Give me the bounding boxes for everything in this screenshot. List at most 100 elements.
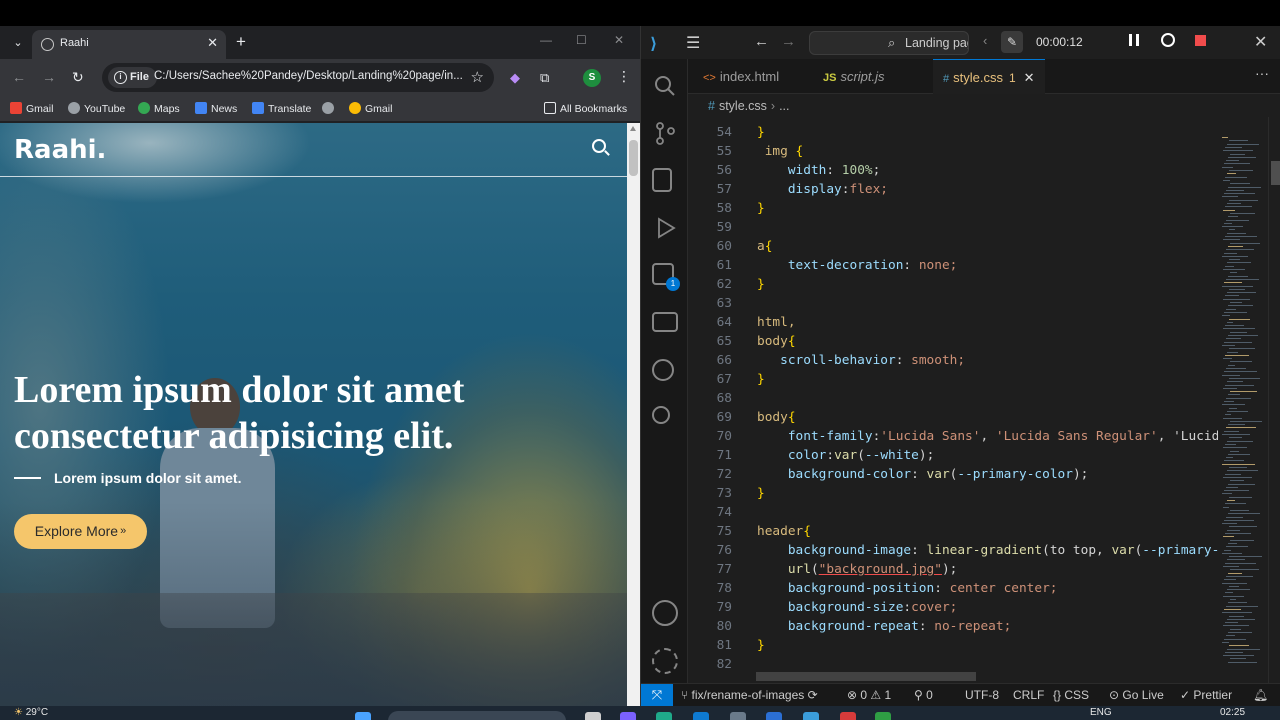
code-line[interactable]: 75 header{ <box>688 522 1218 541</box>
code-line[interactable]: 78 background-position: center center; <box>688 579 1218 598</box>
source-control-icon[interactable] <box>652 120 678 146</box>
code-line[interactable]: 65 body{ <box>688 332 1218 351</box>
ports-indicator[interactable]: ⚲ 0 <box>914 688 933 702</box>
code-line[interactable]: 74 <box>688 503 1218 522</box>
extensions-puzzle-icon[interactable]: ⧉ <box>540 70 549 86</box>
tab-index-html[interactable]: <> index.html <box>693 59 789 94</box>
python-icon[interactable] <box>652 359 674 381</box>
code-line[interactable]: 57 display:flex; <box>688 180 1218 199</box>
url-text[interactable]: C:/Users/Sachee%20Pandey/Desktop/Landing… <box>154 70 464 82</box>
browser-tab-active[interactable]: Raahi ✕ <box>32 30 226 59</box>
task-view-icon[interactable] <box>585 712 601 720</box>
problems-indicator[interactable]: ⊗ 0 ⚠ 1 <box>847 688 891 702</box>
chevron-left-icon[interactable]: ‹ <box>983 33 987 48</box>
code-line[interactable]: 60 a{ <box>688 237 1218 256</box>
code-line[interactable]: 54} <box>688 123 1218 142</box>
scrollbar-thumb[interactable] <box>629 140 638 176</box>
tab-script-js[interactable]: JS script.js <box>813 59 895 94</box>
testing-icon[interactable] <box>652 406 670 424</box>
go-live-button[interactable]: ⊙ Go Live <box>1109 688 1164 702</box>
explorer-icon[interactable] <box>652 168 672 192</box>
bookmark-gmail[interactable]: Gmail <box>10 102 53 115</box>
reload-icon[interactable]: ↻ <box>72 69 84 86</box>
command-center-search[interactable]: ⌕ Landing pag <box>809 31 969 55</box>
back-icon[interactable]: ← <box>754 33 769 50</box>
code-line[interactable]: 66 scroll-behavior: smooth; <box>688 351 1218 370</box>
code-line[interactable]: 58} <box>688 199 1218 218</box>
explore-more-button[interactable]: Explore More» <box>14 514 147 549</box>
branch-indicator[interactable]: ⑂ fix/rename-of-images ⟳ <box>681 688 818 702</box>
app-icon[interactable] <box>840 712 856 720</box>
minimize-icon[interactable]: — <box>540 33 552 47</box>
close-tab-icon[interactable]: ✕ <box>207 35 218 51</box>
bookmark-maps[interactable]: Maps <box>138 102 180 115</box>
stop-icon[interactable] <box>1195 35 1206 46</box>
code-line[interactable]: 59 <box>688 218 1218 237</box>
encoding-indicator[interactable]: UTF-8 <box>965 688 999 702</box>
chrome-taskbar-icon[interactable] <box>875 712 891 720</box>
minimap[interactable] <box>1218 117 1270 683</box>
code-line[interactable]: 55 img { <box>688 142 1218 161</box>
browser-menu-icon[interactable]: ⋮ <box>617 68 631 85</box>
bookmark-gmail-2[interactable]: Gmail <box>349 102 392 115</box>
code-line[interactable]: 64 html, <box>688 313 1218 332</box>
maximize-icon[interactable]: ☐ <box>576 33 587 47</box>
pause-icon[interactable] <box>1129 34 1139 46</box>
back-icon[interactable]: ← <box>12 69 26 85</box>
tab-search-dropdown-icon[interactable]: ⌄ <box>8 34 28 52</box>
horizontal-scrollbar[interactable] <box>756 672 976 681</box>
search-icon[interactable] <box>592 139 606 153</box>
bookmark-translate[interactable]: Translate <box>252 102 311 115</box>
taskbar-search[interactable] <box>388 711 566 720</box>
code-line[interactable]: 68 <box>688 389 1218 408</box>
code-line[interactable]: 56 width: 100%; <box>688 161 1218 180</box>
forward-icon[interactable]: → <box>781 33 796 50</box>
code-line[interactable]: 71 color:var(--white); <box>688 446 1218 465</box>
clock[interactable]: 02:25 <box>1220 707 1245 718</box>
forward-icon[interactable]: → <box>42 69 56 85</box>
settings-gear-icon[interactable] <box>652 648 678 674</box>
search-icon[interactable] <box>652 73 678 99</box>
menu-icon[interactable]: ☰ <box>686 33 700 53</box>
language-indicator[interactable]: {} CSS <box>1053 688 1089 702</box>
app-icon[interactable] <box>620 712 636 720</box>
close-tab-icon[interactable]: ✕ <box>1024 70 1035 85</box>
scroll-up-icon[interactable] <box>630 126 636 131</box>
code-editor[interactable]: 54} 55 img {56 width: 100%; 57 display:fle… <box>688 117 1218 683</box>
extensions-icon[interactable]: 1 <box>652 263 680 291</box>
all-bookmarks[interactable]: All Bookmarks <box>544 102 627 115</box>
code-line[interactable]: 62} <box>688 275 1218 294</box>
app-icon[interactable] <box>693 712 709 720</box>
bookmark-news[interactable]: News <box>195 102 237 115</box>
page-scrollbar[interactable] <box>627 123 640 706</box>
code-line[interactable]: 76 background-image: linear-gradient(to … <box>688 541 1218 560</box>
editor-scrollbar[interactable] <box>1268 117 1280 683</box>
vscode-taskbar-icon[interactable] <box>803 712 819 720</box>
code-line[interactable]: 79 background-size:cover; <box>688 598 1218 617</box>
pen-icon[interactable]: ✎ <box>1001 31 1023 53</box>
new-tab-button[interactable]: + <box>236 32 246 52</box>
site-logo[interactable]: Raahi. <box>14 135 106 165</box>
bookmark-youtube[interactable]: YouTube <box>68 102 125 115</box>
remote-explorer-icon[interactable] <box>652 312 678 332</box>
editor-scrollbar-thumb[interactable] <box>1271 161 1280 185</box>
language-indicator[interactable]: ENG <box>1090 707 1112 718</box>
code-line[interactable]: 73} <box>688 484 1218 503</box>
code-line[interactable]: 72 background-color: var(--primary-color… <box>688 465 1218 484</box>
code-line[interactable]: 61 text-decoration: none; <box>688 256 1218 275</box>
code-line[interactable]: 81} <box>688 636 1218 655</box>
profile-avatar[interactable]: S <box>583 69 601 87</box>
record-icon[interactable] <box>1161 33 1175 47</box>
bookmark-globe[interactable] <box>322 102 338 115</box>
eol-indicator[interactable]: CRLF <box>1013 688 1044 702</box>
weather-widget[interactable]: ☀ 29°C <box>14 707 48 718</box>
run-debug-icon[interactable] <box>652 215 678 241</box>
code-line[interactable]: 80 background-repeat: no-repeat; <box>688 617 1218 636</box>
code-line[interactable]: 67} <box>688 370 1218 389</box>
prettier-indicator[interactable]: ✓ Prettier <box>1180 688 1232 702</box>
code-line[interactable]: 70 font-family:'Lucida Sans', 'Lucida Sa… <box>688 427 1218 446</box>
app-icon[interactable] <box>656 712 672 720</box>
account-icon[interactable] <box>652 600 678 626</box>
close-window-icon[interactable]: ✕ <box>1254 32 1267 52</box>
site-info-chip[interactable]: File <box>108 67 157 88</box>
